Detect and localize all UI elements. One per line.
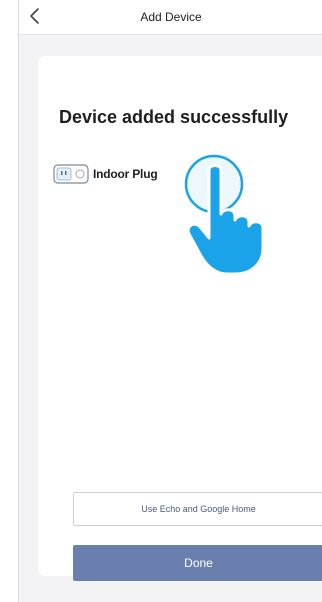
success-heading: Device added successfully: [59, 107, 289, 127]
navigation-bar: Add Device: [19, 0, 322, 35]
device-name: Indoor Plug: [93, 167, 158, 181]
use-echo-google-home-button[interactable]: Use Echo and Google Home: [73, 492, 322, 526]
smart-plug-icon: [53, 164, 89, 184]
done-button[interactable]: Done: [73, 545, 322, 581]
page-title: Add Device: [140, 10, 202, 24]
edit-name-button[interactable]: [215, 222, 233, 240]
pencil-icon: [219, 225, 230, 238]
app-screen: Add Device Device added successfully Ind…: [18, 0, 322, 602]
device-row: Indoor Plug: [53, 162, 158, 186]
